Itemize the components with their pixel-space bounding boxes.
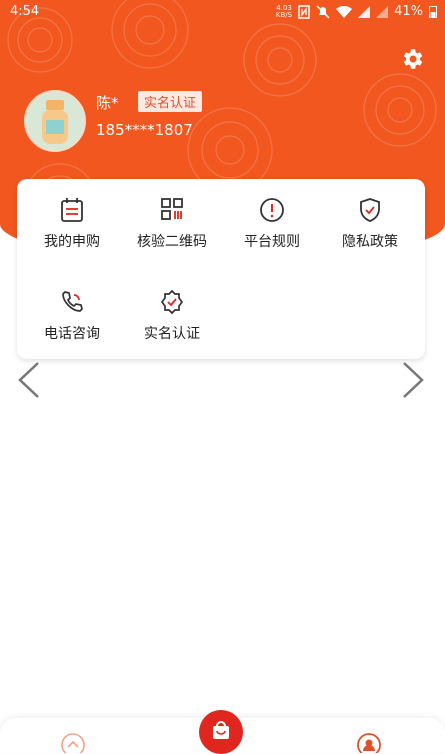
menu-item-phone-consult[interactable]: 电话咨询	[21, 289, 123, 359]
mute-icon	[316, 4, 330, 19]
gear-icon[interactable]	[399, 46, 425, 72]
menu-item-label: 平台规则	[244, 234, 300, 250]
shield-check-icon	[360, 198, 380, 222]
menu-item-real-name[interactable]: 实名认证	[121, 289, 223, 359]
menu-item-platform-rules[interactable]: 平台规则	[221, 197, 323, 267]
nfc-icon	[298, 4, 310, 19]
menu-item-privacy-policy[interactable]: 隐私政策	[319, 197, 421, 267]
chevron-right-icon[interactable]	[398, 360, 428, 400]
verified-badge-icon	[160, 289, 184, 315]
status-icons: 4.03 KB/S 41%	[276, 4, 437, 19]
shopping-bag-icon	[213, 721, 229, 739]
status-time: 4:54	[10, 4, 40, 19]
wifi-icon	[336, 5, 353, 18]
verify-badge[interactable]: 实名认证	[138, 91, 203, 112]
menu-card: 我的申购 核验二维码 平台规则 隐私政策 电话咨询 实名认证	[17, 179, 425, 359]
avatar-image	[26, 92, 84, 150]
chevron-left-icon[interactable]	[14, 360, 44, 400]
net-speed: 4.03 KB/S	[275, 3, 293, 19]
menu-item-label: 我的申购	[44, 234, 100, 250]
phone-icon	[62, 291, 83, 312]
menu-item-label: 电话咨询	[44, 326, 100, 342]
menu-item-my-purchase[interactable]: 我的申购	[21, 197, 123, 267]
menu-item-qrcode[interactable]: 核验二维码	[121, 197, 223, 267]
menu-item-label: 核验二维码	[137, 234, 207, 250]
battery-text: 41%	[394, 4, 423, 19]
status-bar: 4:54 4.03 KB/S 41%	[0, 0, 445, 26]
alert-circle-icon	[260, 198, 284, 222]
user-phone: 185****1807	[96, 121, 193, 139]
user-name: 陈*	[96, 94, 119, 112]
menu-item-label: 隐私政策	[342, 234, 398, 250]
avatar[interactable]	[24, 90, 86, 152]
qrcode-icon	[161, 198, 183, 220]
calendar-icon	[61, 198, 83, 222]
menu-item-label: 实名认证	[144, 326, 200, 342]
signal-off-icon	[376, 5, 389, 18]
signal-icon	[358, 5, 371, 18]
tab-home-icon[interactable]	[60, 732, 86, 753]
tab-shop-button[interactable]	[199, 710, 243, 754]
battery-icon	[429, 6, 437, 18]
tab-profile-icon[interactable]	[356, 732, 382, 753]
